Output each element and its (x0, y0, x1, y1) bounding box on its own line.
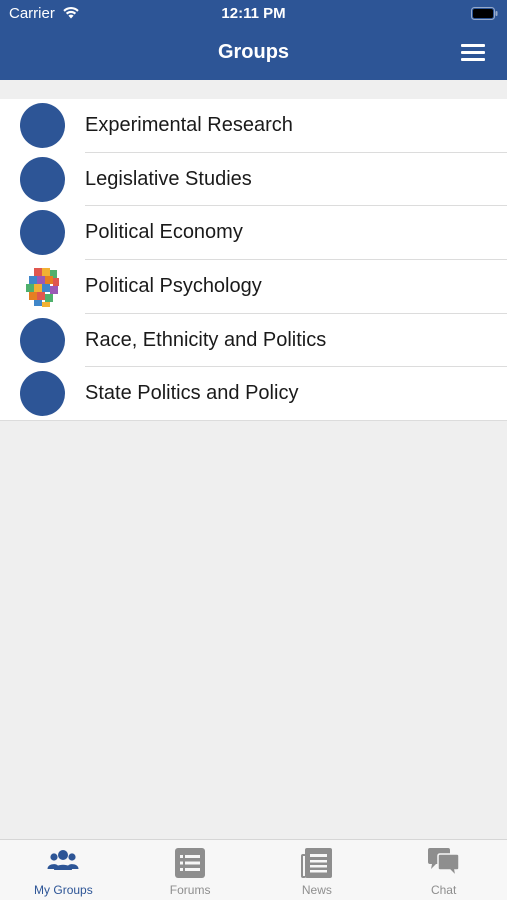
clock: 12:11 PM (221, 5, 286, 22)
status-bar: Carrier 12:11 PM (0, 0, 507, 28)
group-row[interactable]: Political Economy (0, 206, 507, 261)
list-icon (175, 848, 206, 878)
groups-list: Experimental Research Legislative Studie… (0, 99, 507, 422)
page-title: Groups (217, 41, 290, 63)
tab-news[interactable]: News (254, 840, 381, 900)
tab-label: My Groups (34, 883, 93, 897)
group-row[interactable]: State Politics and Policy (0, 367, 507, 422)
tab-forums[interactable]: Forums (127, 840, 254, 900)
puzzle-head-image (20, 264, 65, 310)
group-avatar (20, 156, 65, 202)
hamburger-icon (461, 44, 485, 47)
group-row[interactable]: Experimental Research (0, 99, 507, 153)
group-label: Experimental Research (85, 114, 293, 136)
group-label: Political Psychology (85, 275, 262, 298)
chat-bubbles-icon (427, 848, 460, 878)
people-icon (47, 850, 79, 870)
group-label: Race, Ethnicity and Politics (85, 328, 327, 351)
group-row[interactable]: Political Psychology (0, 260, 507, 314)
group-label: Legislative Studies (85, 167, 252, 190)
group-avatar (20, 317, 65, 363)
group-label: Political Economy (85, 221, 243, 244)
app-header: Carrier 12:11 PM Groups (0, 0, 507, 80)
battery-icon (471, 7, 498, 20)
tab-chat[interactable]: Chat (380, 840, 507, 900)
group-avatar (20, 210, 65, 256)
group-row[interactable]: Legislative Studies (0, 153, 507, 207)
tab-bar: My Groups Forums News Chat (0, 839, 507, 900)
group-row[interactable]: Race, Ethnicity and Politics (0, 314, 507, 368)
menu-button[interactable] (461, 43, 485, 61)
group-avatar (20, 371, 65, 417)
row-divider (0, 420, 507, 422)
group-label: State Politics and Policy (85, 382, 299, 405)
group-avatar (20, 103, 65, 148)
tab-label: News (301, 883, 332, 897)
tab-label: Chat (430, 883, 457, 897)
newspaper-icon (300, 848, 332, 878)
tab-label: Forums (169, 883, 211, 897)
tab-my-groups[interactable]: My Groups (0, 840, 127, 900)
